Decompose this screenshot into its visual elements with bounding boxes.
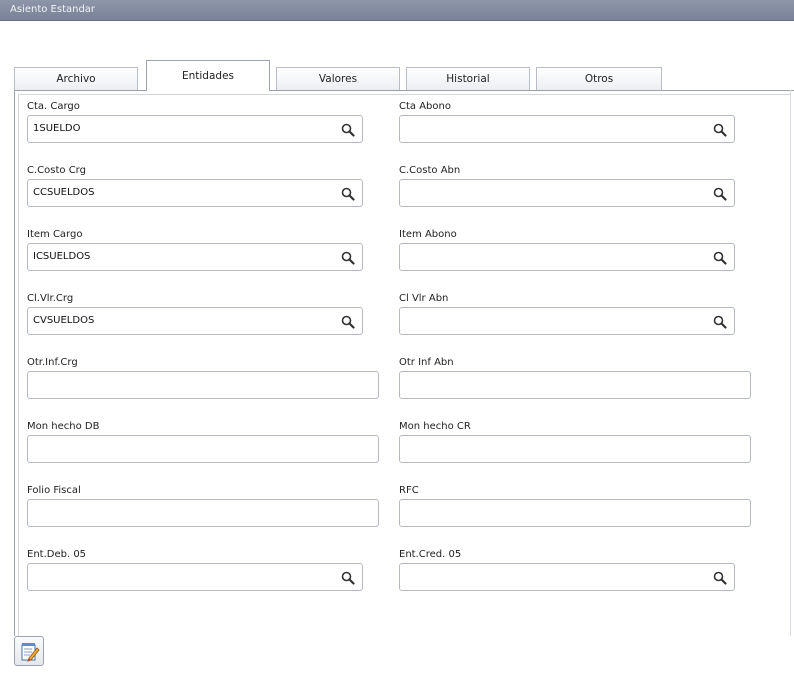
item-abono-field[interactable] bbox=[399, 243, 735, 271]
tab-otros[interactable]: Otros bbox=[536, 67, 662, 90]
item-cargo-field[interactable]: ICSUELDOS bbox=[27, 243, 363, 271]
tab-label: Otros bbox=[584, 73, 614, 85]
otrinf-crg-label: Otr.Inf.Crg bbox=[27, 357, 78, 368]
tab-historial[interactable]: Historial bbox=[406, 67, 530, 90]
rfc-label: RFC bbox=[399, 485, 419, 496]
tab-label: Archivo bbox=[56, 73, 96, 85]
ccosto-crg-field[interactable]: CCSUELDOS bbox=[27, 179, 363, 207]
ent-cred-05-field[interactable] bbox=[399, 563, 735, 591]
ccosto-abn-label: C.Costo Abn bbox=[399, 165, 461, 176]
panel-right-edge bbox=[790, 90, 791, 636]
search-icon[interactable] bbox=[713, 315, 727, 329]
ccosto-crg-value: CCSUELDOS bbox=[33, 187, 95, 198]
edit-note-icon bbox=[21, 643, 40, 662]
tab-archivo[interactable]: Archivo bbox=[14, 67, 138, 90]
search-icon[interactable] bbox=[341, 123, 355, 137]
ent-deb-05-label: Ent.Deb. 05 bbox=[27, 549, 87, 560]
tab-label: Historial bbox=[446, 73, 490, 85]
item-abono-label: Item Abono bbox=[399, 229, 457, 240]
search-icon[interactable] bbox=[713, 187, 727, 201]
search-icon[interactable] bbox=[341, 187, 355, 201]
tab-label: Entidades bbox=[181, 70, 235, 82]
search-icon[interactable] bbox=[341, 251, 355, 265]
clvlr-abn-label: Cl Vlr Abn bbox=[399, 293, 449, 304]
clvlr-abn-field[interactable] bbox=[399, 307, 735, 335]
cta-cargo-label: Cta. Cargo bbox=[27, 101, 80, 112]
clvlr-crg-value: CVSUELDOS bbox=[33, 315, 95, 326]
ccosto-crg-label: C.Costo Crg bbox=[27, 165, 86, 176]
folio-fiscal-label: Folio Fiscal bbox=[27, 485, 81, 496]
otrinf-abn-field[interactable] bbox=[399, 371, 751, 399]
search-icon[interactable] bbox=[713, 571, 727, 585]
cta-abono-field[interactable] bbox=[399, 115, 735, 143]
mon-hecho-cr-label: Mon hecho CR bbox=[399, 421, 471, 432]
edit-button[interactable] bbox=[14, 636, 44, 666]
folio-fiscal-field[interactable] bbox=[27, 499, 379, 527]
ent-cred-05-label: Ent.Cred. 05 bbox=[399, 549, 462, 560]
ccosto-abn-field[interactable] bbox=[399, 179, 735, 207]
window-title: Asiento Estandar bbox=[10, 4, 96, 15]
search-icon[interactable] bbox=[341, 571, 355, 585]
clvlr-crg-label: Cl.Vlr.Crg bbox=[27, 293, 74, 304]
otrinf-crg-field[interactable] bbox=[27, 371, 379, 399]
tab-entidades[interactable]: Entidades bbox=[146, 60, 270, 91]
window-titlebar: Asiento Estandar bbox=[0, 0, 794, 21]
search-icon[interactable] bbox=[713, 251, 727, 265]
tab-label: Valores bbox=[318, 73, 358, 85]
tab-valores[interactable]: Valores bbox=[276, 67, 400, 90]
mon-hecho-db-label: Mon hecho DB bbox=[27, 421, 100, 432]
ent-deb-05-field[interactable] bbox=[27, 563, 363, 591]
mon-hecho-cr-field[interactable] bbox=[399, 435, 751, 463]
item-cargo-value: ICSUELDOS bbox=[33, 251, 91, 262]
search-icon[interactable] bbox=[341, 315, 355, 329]
mon-hecho-db-field[interactable] bbox=[27, 435, 379, 463]
rfc-field[interactable] bbox=[399, 499, 751, 527]
otrinf-abn-label: Otr Inf Abn bbox=[399, 357, 454, 368]
clvlr-crg-field[interactable]: CVSUELDOS bbox=[27, 307, 363, 335]
item-cargo-label: Item Cargo bbox=[27, 229, 83, 240]
cta-abono-label: Cta Abono bbox=[399, 101, 451, 112]
cta-cargo-field[interactable]: 1SUELDO bbox=[27, 115, 363, 143]
search-icon[interactable] bbox=[713, 123, 727, 137]
cta-cargo-value: 1SUELDO bbox=[33, 123, 81, 134]
